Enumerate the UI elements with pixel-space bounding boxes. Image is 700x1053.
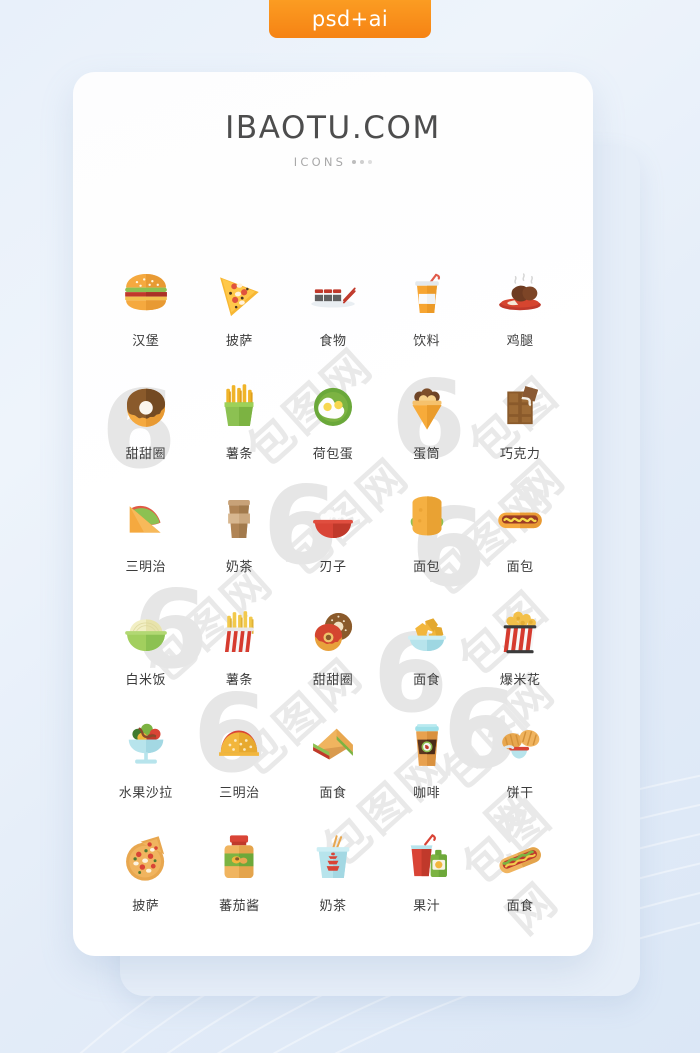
donut-pair-icon xyxy=(304,597,362,667)
pizza-whole-icon xyxy=(117,823,175,893)
icon-cell[interactable]: 面包 xyxy=(380,484,474,597)
coffee-cup-icon xyxy=(398,710,456,780)
icon-label: 蕃茄酱 xyxy=(219,899,260,914)
icon-cell[interactable]: 饮料 xyxy=(380,258,474,371)
pizza-slice-icon xyxy=(210,258,268,328)
icon-cell[interactable]: 披萨 xyxy=(99,823,193,936)
chocolate-bar-icon xyxy=(491,371,549,441)
rice-bowl-icon xyxy=(117,597,175,667)
sheet-header: IBAOTU.COM ICONS xyxy=(73,72,593,169)
icon-label: 三明治 xyxy=(125,560,167,575)
icon-label: 食物 xyxy=(319,334,347,349)
icon-cell[interactable]: 荷包蛋 xyxy=(286,371,380,484)
icon-cell[interactable]: 面食 xyxy=(286,710,380,823)
icon-label: 饼干 xyxy=(506,786,534,801)
icon-cell[interactable]: 面食 xyxy=(473,823,567,936)
icon-sheet-card: IBAOTU.COM ICONS 6 包图网 6 包图网 包图网 6 包图网 6… xyxy=(73,72,593,956)
icon-label: 荷包蛋 xyxy=(312,447,354,462)
icon-cell[interactable]: 巧克力 xyxy=(473,371,567,484)
hamburger-icon xyxy=(117,258,175,328)
icon-cell[interactable]: 三明治 xyxy=(99,484,193,597)
soda-cup-icon xyxy=(398,258,456,328)
icon-cell[interactable]: 白米饭 xyxy=(99,597,193,710)
icon-cell[interactable]: 薯条 xyxy=(193,597,287,710)
hotdog-gradient-icon xyxy=(491,823,549,893)
icon-cell[interactable]: 面食 xyxy=(380,597,474,710)
icon-cell[interactable]: 三明治 xyxy=(193,710,287,823)
icon-cell[interactable]: 蛋筒 xyxy=(380,371,474,484)
hotdog-flat-icon xyxy=(491,484,549,554)
paper-cup-icon xyxy=(210,484,268,554)
popcorn-bucket-icon xyxy=(491,597,549,667)
icon-label: 奶茶 xyxy=(225,560,253,575)
nuggets-bowl-icon xyxy=(398,597,456,667)
taco-shell-icon xyxy=(210,710,268,780)
fried-egg-icon xyxy=(304,371,362,441)
subtitle-row: ICONS xyxy=(73,155,593,169)
icon-cell[interactable]: 刃子 xyxy=(286,484,380,597)
icon-cell[interactable]: 甜甜圈 xyxy=(286,597,380,710)
psd-ai-badge-label: psd+ai xyxy=(311,7,389,31)
sushi-icon xyxy=(304,258,362,328)
icon-cell[interactable]: 面包 xyxy=(473,484,567,597)
icon-cell[interactable]: 甜甜圈 xyxy=(99,371,193,484)
icon-label: 面食 xyxy=(413,673,441,688)
icon-cell[interactable]: 奶茶 xyxy=(286,823,380,936)
icon-label: 饮料 xyxy=(413,334,441,349)
icon-label: 蛋筒 xyxy=(413,447,441,462)
icon-label: 薯条 xyxy=(225,673,253,688)
icon-label: 甜甜圈 xyxy=(125,447,167,462)
icon-cell[interactable]: 披萨 xyxy=(193,258,287,371)
icon-label: 水果沙拉 xyxy=(118,786,173,801)
psd-ai-badge: psd+ai xyxy=(269,0,431,38)
icon-cell[interactable]: 汉堡 xyxy=(99,258,193,371)
icon-label: 刃子 xyxy=(319,560,347,575)
icon-cell[interactable]: 奶茶 xyxy=(193,484,287,597)
icon-label: 面包 xyxy=(506,560,534,575)
icon-cell[interactable]: 蕃茄酱 xyxy=(193,823,287,936)
icon-label: 咖啡 xyxy=(413,786,441,801)
sauce-jar-icon xyxy=(210,823,268,893)
icon-cell[interactable]: 水果沙拉 xyxy=(99,710,193,823)
icon-label: 薯条 xyxy=(225,447,253,462)
icon-cell[interactable]: 饼干 xyxy=(473,710,567,823)
icon-label: 披萨 xyxy=(132,899,160,914)
icon-label: 面食 xyxy=(319,786,347,801)
icon-label: 白米饭 xyxy=(125,673,167,688)
chicken-leg-icon xyxy=(491,258,549,328)
fruit-salad-icon xyxy=(117,710,175,780)
icon-cell[interactable]: 果汁 xyxy=(380,823,474,936)
icon-label: 面包 xyxy=(413,560,441,575)
takeout-box-icon xyxy=(304,823,362,893)
popcorn-bowl-icon xyxy=(304,484,362,554)
icon-label: 奶茶 xyxy=(319,899,347,914)
icon-label: 三明治 xyxy=(219,786,260,801)
taco-icon xyxy=(117,484,175,554)
icon-label: 披萨 xyxy=(225,334,253,349)
icon-label: 鸡腿 xyxy=(506,334,534,349)
donut-icon xyxy=(117,371,175,441)
icon-label: 汉堡 xyxy=(132,334,160,349)
toast-sandwich-icon xyxy=(398,484,456,554)
icon-cell[interactable]: 咖啡 xyxy=(380,710,474,823)
subtitle: ICONS xyxy=(293,155,347,169)
page-title: IBAOTU.COM xyxy=(225,110,441,146)
ice-cream-cone-icon xyxy=(398,371,456,441)
icon-label: 爆米花 xyxy=(499,673,541,688)
icon-cell[interactable]: 薯条 xyxy=(193,371,287,484)
icon-grid: 汉堡 披萨 食物 饮料 鸡腿 甜甜圈 薯条 荷包蛋 蛋筒 巧克力 三明治 奶茶 … xyxy=(73,258,593,936)
icon-label: 面食 xyxy=(506,899,534,914)
icon-cell[interactable]: 食物 xyxy=(286,258,380,371)
icon-cell[interactable]: 鸡腿 xyxy=(473,258,567,371)
fries-striped-icon xyxy=(210,597,268,667)
icon-label: 甜甜圈 xyxy=(312,673,354,688)
fries-green-icon xyxy=(210,371,268,441)
dots-ornament xyxy=(352,160,373,164)
club-sandwich-icon xyxy=(304,710,362,780)
icon-label: 果汁 xyxy=(413,899,441,914)
juice-cup-icon xyxy=(398,823,456,893)
icon-label: 巧克力 xyxy=(499,447,541,462)
icon-cell[interactable]: 爆米花 xyxy=(473,597,567,710)
croissant-icon xyxy=(491,710,549,780)
